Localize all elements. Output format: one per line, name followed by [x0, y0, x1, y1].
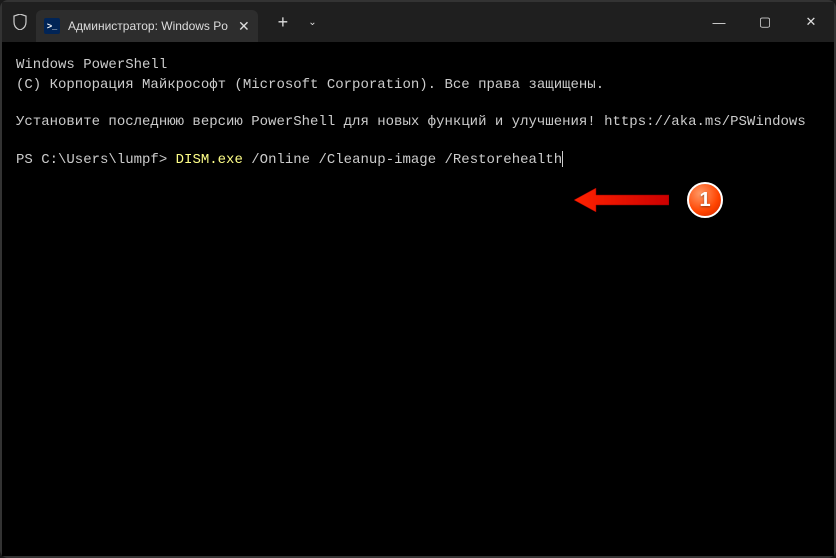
new-tab-button[interactable]: +: [278, 12, 289, 33]
annotation-layer: 1: [574, 182, 723, 218]
terminal-output-line: Windows PowerShell: [16, 56, 820, 76]
window-controls: — ▢ ✕: [696, 2, 834, 42]
command-executable: DISM.exe: [176, 151, 243, 171]
minimize-button[interactable]: —: [696, 2, 742, 42]
tab-close-button[interactable]: ✕: [238, 19, 250, 33]
maximize-button[interactable]: ▢: [742, 2, 788, 42]
step-number: 1: [699, 186, 710, 214]
command-args: /Online /Cleanup-image /Restorehealth: [243, 151, 562, 171]
tab-dropdown-button[interactable]: ⌄: [308, 17, 316, 28]
terminal-output-line: Установите последнюю версию PowerShell д…: [16, 113, 820, 133]
terminal-prompt-line: PS C:\Users\lumpf> DISM.exe /Online /Cle…: [16, 151, 820, 171]
titlebar-left: >_ Администратор: Windows Po ✕ + ⌄: [12, 2, 317, 42]
prompt-text: PS C:\Users\lumpf>: [16, 151, 176, 171]
close-button[interactable]: ✕: [788, 2, 834, 42]
shield-icon: [12, 13, 28, 31]
tab-title: Администратор: Windows Po: [68, 19, 228, 33]
terminal-pane[interactable]: Windows PowerShell (C) Корпорация Майкро…: [2, 42, 834, 556]
text-cursor: [562, 151, 563, 167]
terminal-blank-line: [16, 95, 820, 113]
step-badge: 1: [687, 182, 723, 218]
terminal-output-line: (C) Корпорация Майкрософт (Microsoft Cor…: [16, 76, 820, 96]
active-tab[interactable]: >_ Администратор: Windows Po ✕: [36, 10, 258, 42]
terminal-blank-line: [16, 133, 820, 151]
powershell-icon: >_: [44, 18, 60, 34]
titlebar: >_ Администратор: Windows Po ✕ + ⌄ — ▢ ✕: [2, 2, 834, 42]
arrow-icon: [574, 188, 669, 212]
